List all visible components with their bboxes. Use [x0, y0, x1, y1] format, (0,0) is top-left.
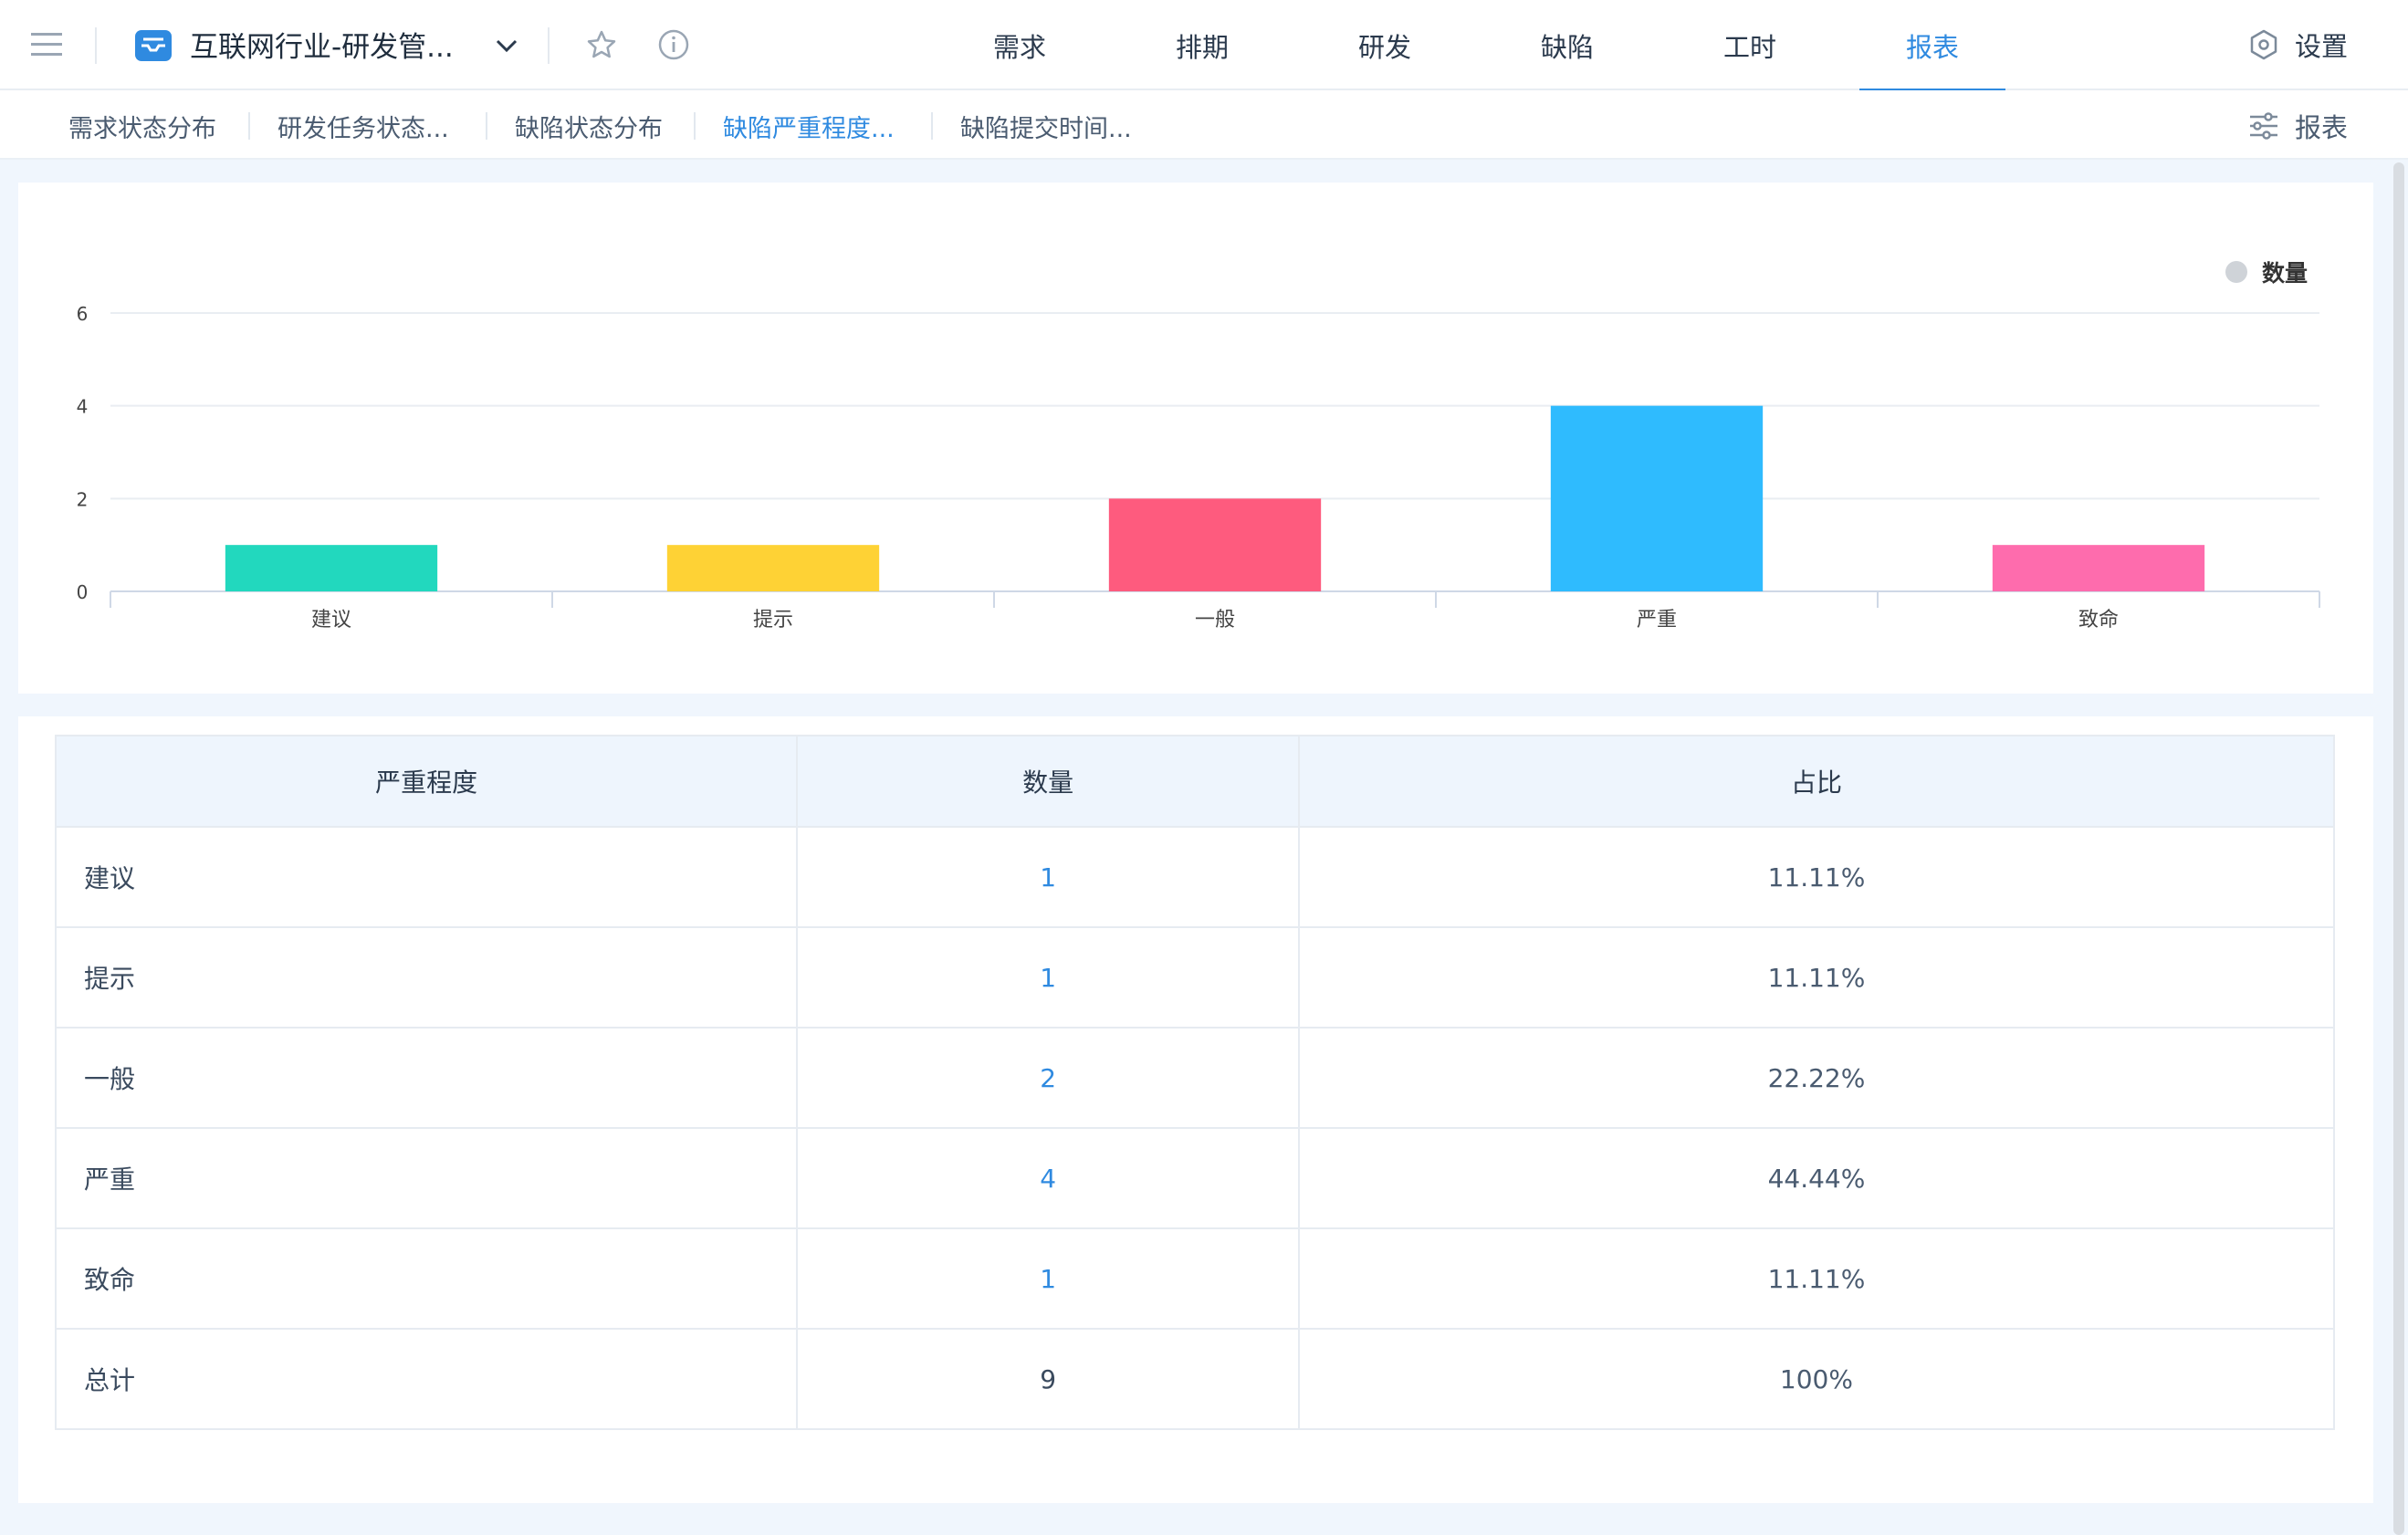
cell-severity: 提示	[54, 926, 799, 1029]
chart-legend[interactable]: 数量	[2225, 256, 2308, 288]
table-row: 提示 1 11.11%	[54, 926, 2336, 1029]
table-row: 一般 2 22.22%	[54, 1027, 2336, 1129]
divider	[248, 112, 250, 140]
x-tick-label: 一般	[1195, 609, 1235, 632]
sliders-icon	[2250, 112, 2277, 140]
cell-ratio: 44.44%	[1297, 1127, 2336, 1229]
severity-table-card: 严重程度 数量 占比 建议 1 11.11% 提示 1 11.11% 一般 2 …	[18, 716, 2373, 1503]
report-settings-button[interactable]: 报表	[2247, 107, 2348, 145]
cell-total-ratio: 100%	[1297, 1328, 2336, 1430]
chevron-down-icon[interactable]	[493, 33, 520, 58]
cell-count-link[interactable]: 4	[796, 1127, 1300, 1229]
cell-ratio: 22.22%	[1297, 1027, 2336, 1129]
settings-button[interactable]: 设置	[2247, 26, 2348, 64]
x-tick-label: 致命	[2078, 609, 2119, 632]
cell-total-count: 9	[796, 1328, 1300, 1430]
subtab-defect-submit-time[interactable]: 缺陷提交时间...	[960, 109, 1132, 144]
y-tick-label: 0	[77, 581, 89, 603]
table-row: 致命 1 11.11%	[54, 1227, 2336, 1330]
divider	[95, 27, 97, 64]
info-icon[interactable]	[657, 28, 690, 61]
cell-severity: 致命	[54, 1227, 799, 1330]
column-header-severity[interactable]: 严重程度	[54, 735, 799, 828]
subtab-defect-status[interactable]: 缺陷状态分布	[515, 109, 663, 144]
report-sub-navigation: 需求状态分布 研发任务状态... 缺陷状态分布 缺陷严重程度... 缺陷提交时间…	[0, 90, 2408, 160]
divider	[548, 27, 550, 64]
cell-count-link[interactable]: 1	[796, 926, 1300, 1029]
settings-label: 设置	[2295, 31, 2349, 62]
table-header-row: 严重程度 数量 占比	[54, 735, 2336, 828]
nav-tab-requirements[interactable]: 需求	[947, 0, 1093, 90]
hamburger-menu-icon[interactable]	[31, 31, 62, 58]
severity-table: 严重程度 数量 占比 建议 1 11.11% 提示 1 11.11% 一般 2 …	[54, 735, 2336, 1430]
divider	[694, 112, 696, 140]
column-header-ratio[interactable]: 占比	[1297, 735, 2336, 828]
nav-tab-development[interactable]: 研发	[1312, 0, 1458, 90]
cell-count-link[interactable]: 2	[796, 1027, 1300, 1129]
table-row: 建议 1 11.11%	[54, 826, 2336, 928]
table-total-row: 总计 9 100%	[54, 1328, 2336, 1430]
table-row: 严重 4 44.44%	[54, 1127, 2336, 1229]
cell-ratio: 11.11%	[1297, 826, 2336, 928]
x-tick-label: 严重	[1637, 609, 1677, 632]
legend-dot	[2225, 261, 2247, 283]
top-navigation-bar: 互联网行业-研发管... 需求 排期 研发 缺陷 工时 报表 设置	[0, 0, 2408, 92]
y-tick-label: 4	[77, 396, 89, 418]
report-label: 报表	[2295, 112, 2349, 143]
bar	[1108, 498, 1322, 591]
column-header-count[interactable]: 数量	[796, 735, 1300, 828]
cell-ratio: 11.11%	[1297, 926, 2336, 1029]
page-scrollbar[interactable]	[2393, 162, 2404, 1535]
bar	[1550, 405, 1764, 591]
bar	[1992, 545, 2205, 591]
cell-count-link[interactable]: 1	[796, 826, 1300, 928]
cell-severity: 建议	[54, 826, 799, 928]
x-tick-label: 建议	[311, 609, 351, 632]
cell-total-label: 总计	[54, 1328, 799, 1430]
subtab-dev-task-status[interactable]: 研发任务状态...	[277, 109, 449, 144]
cell-severity: 一般	[54, 1027, 799, 1129]
cell-ratio: 11.11%	[1297, 1227, 2336, 1330]
y-tick-label: 2	[77, 488, 89, 510]
star-favorite-icon[interactable]	[586, 29, 617, 60]
y-tick-label: 6	[77, 303, 89, 325]
x-tick-label: 提示	[753, 609, 793, 632]
project-inbox-icon	[135, 30, 172, 61]
cell-count-link[interactable]: 1	[796, 1227, 1300, 1330]
nav-tab-schedule[interactable]: 排期	[1129, 0, 1275, 90]
nav-tab-worktime[interactable]: 工时	[1677, 0, 1823, 90]
bar	[666, 545, 880, 591]
nav-tab-reports[interactable]: 报表	[1859, 0, 2005, 92]
divider	[486, 112, 487, 140]
subtab-defect-severity[interactable]: 缺陷严重程度...	[723, 109, 895, 144]
legend-label: 数量	[2262, 260, 2309, 287]
nav-tab-defects[interactable]: 缺陷	[1494, 0, 1640, 90]
settings-hexagon-icon	[2250, 29, 2277, 60]
subtab-requirement-status[interactable]: 需求状态分布	[68, 109, 216, 144]
cell-severity: 严重	[54, 1127, 799, 1229]
severity-chart-card: 0 2 4 6 建议 提示 一般 严重 致命 数量	[18, 183, 2373, 694]
severity-bar-chart: 0 2 4 6 建议 提示 一般 严重 致命	[77, 303, 2320, 632]
project-name[interactable]: 互联网行业-研发管...	[190, 24, 454, 65]
bar	[225, 545, 438, 591]
divider	[931, 112, 933, 140]
